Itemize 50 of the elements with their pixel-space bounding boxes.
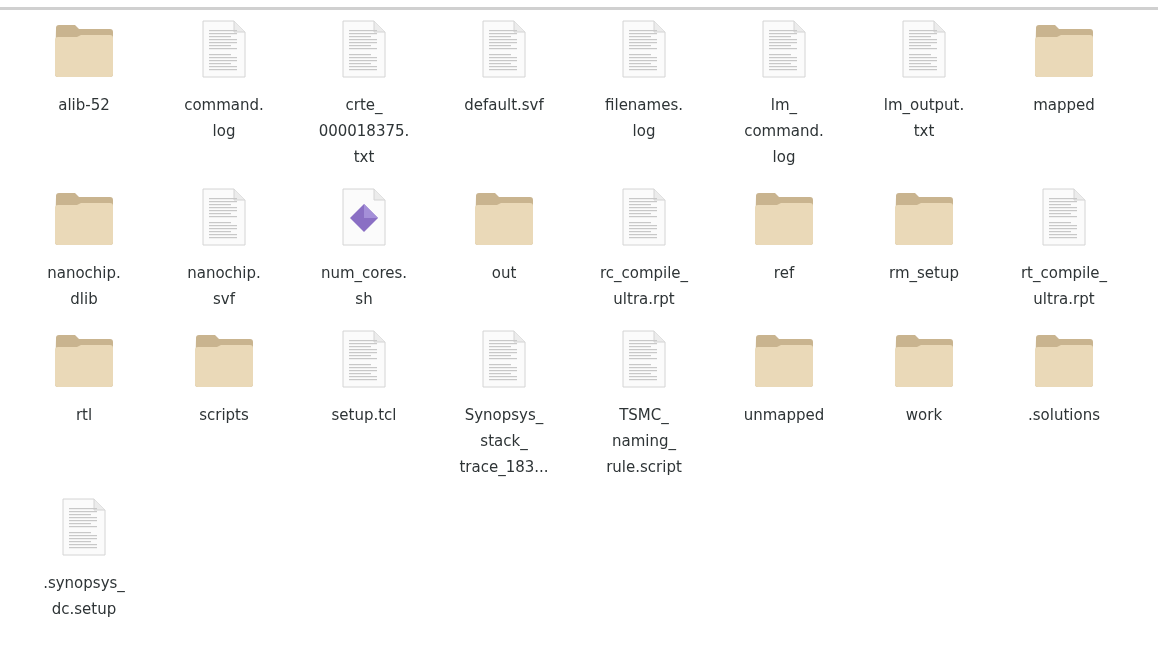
file-name[interactable]: unmapped [743,402,825,428]
file-name[interactable]: alib-52 [58,92,110,118]
file-name[interactable]: ref [773,260,795,286]
text-file-icon [62,498,106,556]
text-file-icon [342,20,386,78]
file-name[interactable]: filenames. log [605,92,683,144]
file-name[interactable]: lm_output. txt [883,92,965,144]
text-file-icon [482,20,526,78]
file-name[interactable]: rm_setup [889,260,959,286]
file-name[interactable]: nanochip. svf [187,260,261,312]
folder-icon [893,192,955,246]
file-name[interactable]: crte_ 000018375. txt [318,92,410,170]
file-name[interactable]: Synopsys_ stack_ trace_183... [459,402,549,480]
file-name[interactable]: rc_compile_ ultra.rpt [599,260,689,312]
text-file-icon [902,20,946,78]
file-name[interactable]: default.svf [464,92,544,118]
file-name[interactable]: work [905,402,943,428]
file-name[interactable]: setup.tcl [331,402,397,428]
file-name[interactable]: num_cores. sh [320,260,408,312]
file-name[interactable]: .synopsys_ dc.setup [43,570,125,622]
text-file-icon [342,330,386,388]
folder-icon [1033,334,1095,388]
folder-icon [753,192,815,246]
file-name[interactable]: scripts [199,402,249,428]
file-name[interactable]: .solutions [1028,402,1100,428]
text-file-icon [202,188,246,246]
file-name[interactable]: command. log [184,92,264,144]
file-name[interactable]: lm_ command. log [744,92,824,170]
file-name[interactable]: TSMC_ naming_ rule.script [606,402,682,480]
text-file-icon [482,330,526,388]
folder-icon [1033,24,1095,78]
file-name[interactable]: out [491,260,517,286]
folder-icon [473,192,535,246]
folder-icon [53,334,115,388]
text-file-icon [762,20,806,78]
file-name[interactable]: rt_compile_ ultra.rpt [1020,260,1108,312]
file-name[interactable]: mapped [1033,92,1095,118]
folder-icon [753,334,815,388]
text-file-icon [622,330,666,388]
folder-icon [193,334,255,388]
text-file-icon [622,20,666,78]
file-name[interactable]: nanochip. dlib [47,260,121,312]
text-file-icon [1042,188,1086,246]
folder-icon [53,192,115,246]
folder-icon [893,334,955,388]
text-file-icon [622,188,666,246]
text-file-icon [202,20,246,78]
script-file-icon [342,188,386,246]
file-name[interactable]: rtl [75,402,93,428]
folder-icon [53,24,115,78]
